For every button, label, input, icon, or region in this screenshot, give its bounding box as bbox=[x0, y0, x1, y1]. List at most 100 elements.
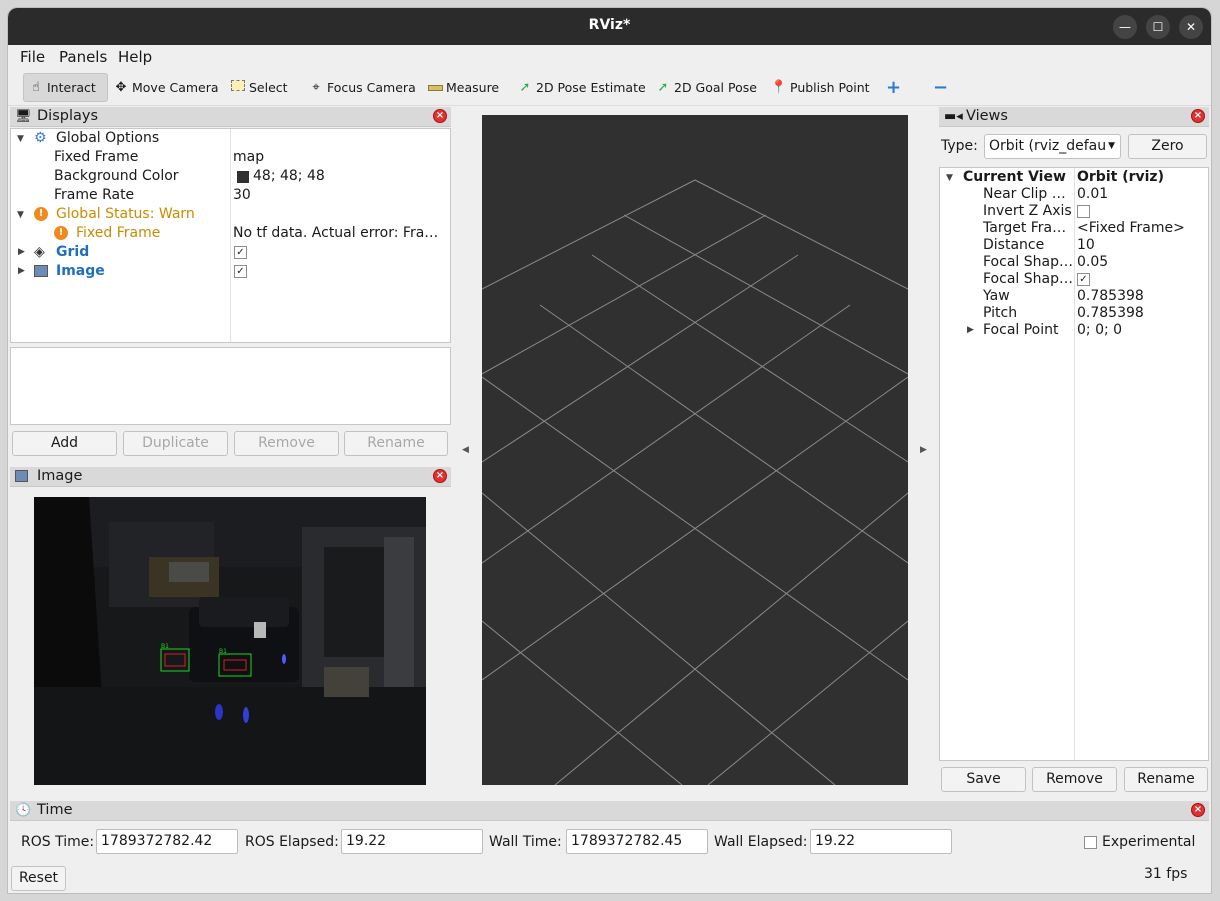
invert-z-label: Invert Z Axis bbox=[983, 203, 1072, 219]
ros-time-field[interactable]: 1789372782.42 bbox=[96, 829, 238, 854]
splitter-right-arrow-icon[interactable]: ▶ bbox=[920, 445, 927, 455]
ros-elapsed-label: ROS Elapsed: bbox=[245, 834, 339, 850]
grid-icon: ◈ bbox=[34, 244, 45, 260]
expand-arrow-icon[interactable]: ▼ bbox=[17, 210, 24, 220]
collapse-arrow-icon[interactable]: ▶ bbox=[18, 247, 25, 257]
background-color-value[interactable]: 48; 48; 48 bbox=[253, 168, 325, 184]
focus-camera-tool[interactable]: ⌖ Focus Camera bbox=[304, 73, 419, 102]
grid-display-row[interactable]: ▶ ◈ Grid ✓ bbox=[11, 244, 450, 263]
pitch-value[interactable]: 0.785398 bbox=[1077, 305, 1144, 321]
ros-elapsed-field[interactable]: 19.22 bbox=[341, 829, 483, 854]
frame-rate-value[interactable]: 30 bbox=[233, 187, 251, 203]
image-panel-title: Image bbox=[37, 468, 83, 484]
select-label: Select bbox=[249, 80, 288, 95]
select-tool[interactable]: Select bbox=[226, 73, 291, 102]
remove-tool-icon[interactable]: − bbox=[930, 73, 951, 102]
remove-button[interactable]: Remove bbox=[234, 431, 339, 456]
experimental-checkbox[interactable] bbox=[1084, 836, 1097, 849]
global-status-row[interactable]: ▼ ! Global Status: Warn bbox=[11, 206, 450, 225]
focal-shape-fixed-checkbox[interactable]: ✓ bbox=[1077, 273, 1090, 286]
fps-readout: 31 fps bbox=[1144, 866, 1188, 882]
goal-pose-tool[interactable]: ➚ 2D Goal Pose bbox=[651, 73, 760, 102]
minimize-button[interactable]: — bbox=[1113, 15, 1137, 39]
add-button[interactable]: Add bbox=[12, 431, 117, 456]
detection-label: B1 bbox=[219, 648, 227, 655]
move-camera-icon: ✥ bbox=[115, 80, 127, 95]
image-label: Image bbox=[56, 263, 105, 279]
add-tool-icon[interactable]: + bbox=[883, 73, 904, 102]
focal-point-value[interactable]: 0; 0; 0 bbox=[1077, 322, 1122, 338]
collapse-arrow-icon[interactable]: ▶ bbox=[967, 325, 974, 335]
image-enabled-checkbox[interactable]: ✓ bbox=[234, 265, 247, 278]
clock-icon: 🕓 bbox=[15, 803, 32, 818]
grid-enabled-checkbox[interactable]: ✓ bbox=[234, 246, 247, 259]
rename-button[interactable]: Rename bbox=[344, 431, 448, 456]
views-panel-header: ▬◂ Views × bbox=[939, 107, 1209, 127]
view-type-dropdown[interactable]: Orbit (rviz_defau ▼ bbox=[984, 134, 1121, 159]
maximize-button[interactable]: ☐ bbox=[1146, 15, 1170, 39]
camera-icon: ▬◂ bbox=[944, 109, 963, 124]
hand-icon: ☝ bbox=[32, 80, 40, 95]
close-window-button[interactable]: ✕ bbox=[1179, 15, 1203, 39]
expand-arrow-icon[interactable]: ▼ bbox=[17, 134, 24, 144]
view-type-value: Orbit (rviz_defau bbox=[989, 138, 1107, 154]
rename-view-button[interactable]: Rename bbox=[1124, 767, 1208, 792]
frame-rate-row[interactable]: Frame Rate 30 bbox=[11, 187, 450, 206]
pose-estimate-label: 2D Pose Estimate bbox=[536, 80, 646, 95]
color-swatch[interactable] bbox=[237, 171, 249, 183]
green-arrow-icon: ➚ bbox=[657, 80, 669, 95]
global-options-label: Global Options bbox=[56, 130, 160, 146]
distance-value[interactable]: 10 bbox=[1077, 237, 1095, 253]
close-icon[interactable]: × bbox=[1191, 109, 1205, 123]
expand-arrow-icon[interactable]: ▼ bbox=[946, 173, 953, 183]
near-clip-value[interactable]: 0.01 bbox=[1077, 186, 1108, 202]
close-icon[interactable]: × bbox=[433, 109, 447, 123]
menu-help[interactable]: Help bbox=[118, 48, 152, 66]
publish-point-tool[interactable]: 📍 Publish Point bbox=[767, 73, 873, 102]
close-icon[interactable]: × bbox=[1191, 803, 1205, 817]
wall-elapsed-field[interactable]: 19.22 bbox=[810, 829, 952, 854]
focal-shape-size-value[interactable]: 0.05 bbox=[1077, 254, 1108, 270]
ruler-icon bbox=[426, 80, 444, 95]
status-fixed-frame-row[interactable]: ! Fixed Frame No tf data. Actual error: … bbox=[11, 225, 450, 244]
invert-z-checkbox[interactable] bbox=[1077, 205, 1090, 218]
reset-button[interactable]: Reset bbox=[11, 866, 66, 891]
menu-file[interactable]: File bbox=[20, 48, 45, 66]
target-frame-label: Target Fra… bbox=[983, 220, 1067, 236]
pose-estimate-tool[interactable]: ➚ 2D Pose Estimate bbox=[513, 73, 649, 102]
remove-view-button[interactable]: Remove bbox=[1032, 767, 1117, 792]
target-frame-value[interactable]: <Fixed Frame> bbox=[1077, 220, 1185, 236]
image-icon bbox=[15, 470, 28, 482]
interact-tool[interactable]: ☝ Interact bbox=[23, 73, 108, 102]
splitter-left-arrow-icon[interactable]: ◀ bbox=[462, 445, 469, 455]
menu-panels[interactable]: Panels bbox=[59, 48, 107, 66]
background-color-row[interactable]: Background Color 48; 48; 48 bbox=[11, 168, 450, 187]
time-panel-header: 🕓 Time × bbox=[10, 801, 1209, 821]
goal-pose-label: 2D Goal Pose bbox=[674, 80, 757, 95]
menu-bar: File Panels Help bbox=[8, 45, 1211, 68]
image-panel-header: Image × bbox=[10, 467, 451, 487]
window-title: RViz* bbox=[588, 17, 631, 33]
duplicate-button[interactable]: Duplicate bbox=[123, 431, 228, 456]
view-type-label: Type: bbox=[941, 138, 978, 154]
camera-image: B1 B1 bbox=[34, 497, 426, 785]
close-icon[interactable]: × bbox=[433, 469, 447, 483]
collapse-arrow-icon[interactable]: ▶ bbox=[18, 266, 25, 276]
fixed-frame-row[interactable]: Fixed Frame map bbox=[11, 149, 450, 168]
focal-point-row[interactable]: ▶ Focal Point 0; 0; 0 bbox=[940, 322, 1208, 341]
ros-time-label: ROS Time: bbox=[21, 834, 95, 850]
image-display-row[interactable]: ▶ Image ✓ bbox=[11, 263, 450, 282]
current-view-value: Orbit (rviz) bbox=[1077, 169, 1164, 185]
3d-viewport[interactable] bbox=[481, 115, 909, 786]
measure-tool[interactable]: Measure bbox=[423, 73, 502, 102]
wall-time-label: Wall Time: bbox=[489, 834, 562, 850]
views-tree: ▼ Current View Orbit (rviz) Near Clip … … bbox=[939, 167, 1209, 761]
fixed-frame-value[interactable]: map bbox=[233, 149, 264, 165]
yaw-value[interactable]: 0.785398 bbox=[1077, 288, 1144, 304]
zero-button[interactable]: Zero bbox=[1128, 134, 1207, 159]
wall-time-field[interactable]: 1789372782.45 bbox=[566, 829, 708, 854]
save-view-button[interactable]: Save bbox=[941, 767, 1026, 792]
experimental-label: Experimental bbox=[1102, 834, 1196, 850]
move-camera-tool[interactable]: ✥ Move Camera bbox=[109, 73, 222, 102]
global-options-row[interactable]: ▼ ⚙ Global Options bbox=[11, 130, 450, 149]
